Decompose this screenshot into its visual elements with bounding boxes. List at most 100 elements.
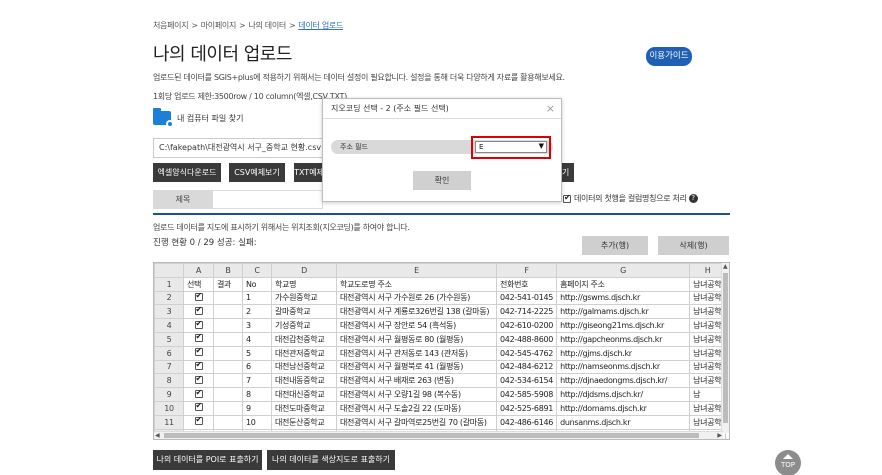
vertical-scrollbar[interactable]: ▲ xyxy=(721,263,729,433)
file-path-field[interactable]: C:\fakepath\대전광역시 서구_중학교 현황.csv xyxy=(153,138,325,158)
table-cell[interactable] xyxy=(183,290,214,306)
txt-example-button[interactable]: TXT예제 xyxy=(294,163,324,182)
table-cell[interactable]: 대전광역시 서구 계룡로326번길 138 (갈마동) xyxy=(336,304,497,320)
table-row[interactable]: 4 3기성중학교대전광역시 서구 장안로 54 (흑석동)042-610-0200… xyxy=(154,318,727,333)
column-header[interactable]: E xyxy=(336,263,497,278)
table-row[interactable]: 1 선택 결과 No 학교명 학교도로명 주소 전화번호 홈페이지 주소 남녀공학 xyxy=(154,276,727,292)
table-cell[interactable]: 대전도마중학교 xyxy=(271,400,337,416)
table-cell[interactable]: 8 xyxy=(242,387,272,402)
row-select-checkbox[interactable] xyxy=(194,375,203,384)
table-cell[interactable]: 대전광역시 서구 월평동로 80 (월평동) xyxy=(336,331,497,347)
table-cell[interactable]: http://namseonms.djsch.kr xyxy=(556,359,691,375)
row-select-checkbox[interactable] xyxy=(194,320,203,329)
table-cell[interactable]: 대전광역시 서구 오량1길 98 (복수동) xyxy=(336,387,497,402)
show-as-color-map-button[interactable]: 나의 데이터를 색상지도로 표출하기 xyxy=(267,450,395,470)
row-header[interactable]: 11 xyxy=(154,414,184,430)
column-header[interactable]: A xyxy=(183,263,214,278)
row-select-checkbox[interactable] xyxy=(194,292,203,301)
table-cell[interactable] xyxy=(183,400,214,416)
row-select-checkbox[interactable] xyxy=(194,389,203,398)
scroll-left-icon[interactable]: ◀ xyxy=(155,432,160,439)
table-cell[interactable]: 042-484-6212 xyxy=(495,359,558,375)
vertical-scroll-thumb[interactable] xyxy=(723,273,728,423)
show-as-poi-button[interactable]: 나의 데이터를 POI로 표출하기 xyxy=(153,450,262,470)
breadcrumb-mydata[interactable]: 나의 데이터 xyxy=(248,20,286,31)
file-pick-button[interactable]: 내 컴퓨터 파일 찾기 xyxy=(153,108,244,128)
row-select-checkbox[interactable] xyxy=(194,416,203,426)
breadcrumb-home[interactable]: 처음페이지 xyxy=(153,20,189,31)
table-cell[interactable]: http://domams.djsch.kr xyxy=(556,400,691,416)
table-cell[interactable]: 042-714-2225 xyxy=(495,304,558,320)
table-cell[interactable]: 대전광역시 서구 월평북로 41 (월평동) xyxy=(336,359,497,375)
table-cell[interactable] xyxy=(213,359,243,375)
table-cell[interactable] xyxy=(183,318,214,333)
table-cell[interactable]: http://gswms.djsch.kr xyxy=(556,290,691,306)
scroll-up-icon[interactable]: ▲ xyxy=(723,263,728,270)
table-cell[interactable]: 대전광역시 서구 장안로 54 (흑석동) xyxy=(336,318,497,333)
table-cell[interactable]: 전화번호 xyxy=(495,276,558,292)
help-icon[interactable]: ? xyxy=(688,194,698,203)
row-select-checkbox[interactable] xyxy=(194,361,203,370)
table-cell[interactable]: 대전광역시 서구 가수원로 26 (가수원동) xyxy=(336,290,497,306)
table-cell[interactable]: 5 xyxy=(242,345,272,361)
table-cell[interactable]: 1 xyxy=(242,290,272,306)
table-cell[interactable] xyxy=(183,387,214,402)
close-icon[interactable]: × xyxy=(546,99,555,119)
breadcrumb-mypage[interactable]: 마이페이지 xyxy=(201,20,237,31)
table-cell[interactable]: No xyxy=(242,276,272,292)
row-header[interactable]: 3 xyxy=(154,304,184,320)
column-header[interactable]: B xyxy=(213,263,243,278)
row-header[interactable]: 1 xyxy=(154,276,184,292)
scroll-right-icon[interactable]: ▶ xyxy=(717,432,722,439)
csv-example-button[interactable]: CSV예제보기 xyxy=(229,163,285,182)
table-cell[interactable]: 042-545-4762 xyxy=(495,345,558,361)
row-select-checkbox[interactable] xyxy=(194,402,203,412)
excel-template-download-button[interactable]: 엑셀양식다운로드 xyxy=(153,163,221,182)
table-cell[interactable]: 대전광역시 서구 관저동로 143 (관저동) xyxy=(336,345,497,361)
row-header[interactable]: 7 xyxy=(154,359,184,375)
table-cell[interactable]: 기성중학교 xyxy=(271,318,337,333)
table-cell[interactable]: 9 xyxy=(242,400,272,416)
horizontal-scroll-thumb[interactable] xyxy=(164,433,699,438)
table-cell[interactable]: 대전둔산중학교 xyxy=(271,414,337,430)
row-select-checkbox[interactable] xyxy=(194,347,203,357)
table-cell[interactable]: 042-525-6891 xyxy=(495,400,558,416)
table-cell[interactable]: 7 xyxy=(242,373,272,389)
table-cell[interactable] xyxy=(183,373,214,389)
table-cell[interactable]: 042-610-0200 xyxy=(495,318,558,333)
table-cell[interactable]: 042-486-6146 xyxy=(495,414,558,430)
table-cell[interactable] xyxy=(183,345,214,361)
table-cell[interactable]: http://gjms.djsch.kr xyxy=(556,345,691,361)
column-header[interactable]: G xyxy=(556,263,691,278)
row-header[interactable]: 8 xyxy=(154,373,184,389)
guide-button[interactable]: 이용가이드 xyxy=(646,47,692,66)
first-row-header-option[interactable]: 데이터의 첫행을 컬럼명칭으로 처리 ? xyxy=(563,193,698,204)
table-cell[interactable]: 대전내동중학교 xyxy=(271,373,337,389)
table-cell[interactable]: 대전남선중학교 xyxy=(271,359,337,375)
table-cell[interactable] xyxy=(213,373,243,389)
table-cell[interactable]: 대전광역시 서구 배재로 263 (변동) xyxy=(336,373,497,389)
row-select-checkbox[interactable] xyxy=(194,306,203,315)
table-row[interactable]: 11 10대전둔산중학교대전광역시 서구 갈마역로25번길 70 (갈마동)042… xyxy=(154,414,727,430)
table-cell[interactable] xyxy=(213,387,243,402)
table-row[interactable]: 2 1가수원중학교대전광역시 서구 가수원로 26 (가수원동)042-541-0… xyxy=(154,290,727,306)
table-cell[interactable]: 042-585-5908 xyxy=(495,387,558,402)
table-cell[interactable]: http://galmams.djsch.kr xyxy=(556,304,691,320)
title-input[interactable] xyxy=(213,190,323,209)
table-cell[interactable] xyxy=(213,400,243,416)
table-row[interactable]: 9 8대전대신중학교대전광역시 서구 오량1길 98 (복수동)042-585-5… xyxy=(154,387,727,402)
table-cell[interactable]: 042-534-6154 xyxy=(495,373,558,389)
table-row[interactable]: 6 5대전관저중학교대전광역시 서구 관저동로 143 (관저동)042-545-… xyxy=(154,345,727,361)
data-sheet[interactable]: A B C D E F G H 1 선택 결과 No 학교명 학교도로명 주소 전화번호 홈페이지 주소 남녀공… xyxy=(153,262,730,440)
table-cell[interactable]: 홈페이지 주소 xyxy=(556,276,691,292)
table-cell[interactable]: 042-488-8600 xyxy=(495,331,558,347)
table-cell[interactable]: 선택 xyxy=(183,276,214,292)
table-row[interactable]: 5 4대전갑천중학교대전광역시 서구 월평동로 80 (월평동)042-488-8… xyxy=(154,331,727,347)
table-cell[interactable]: 대전갑천중학교 xyxy=(271,331,337,347)
table-cell[interactable]: 3 xyxy=(242,318,272,333)
table-cell[interactable]: 결과 xyxy=(213,276,243,292)
breadcrumb-current[interactable]: 데이터 업로드 xyxy=(298,20,343,31)
table-cell[interactable]: 6 xyxy=(242,359,272,375)
table-cell[interactable] xyxy=(183,359,214,375)
table-cell[interactable]: dunsanms.djsch.kr xyxy=(556,414,691,430)
